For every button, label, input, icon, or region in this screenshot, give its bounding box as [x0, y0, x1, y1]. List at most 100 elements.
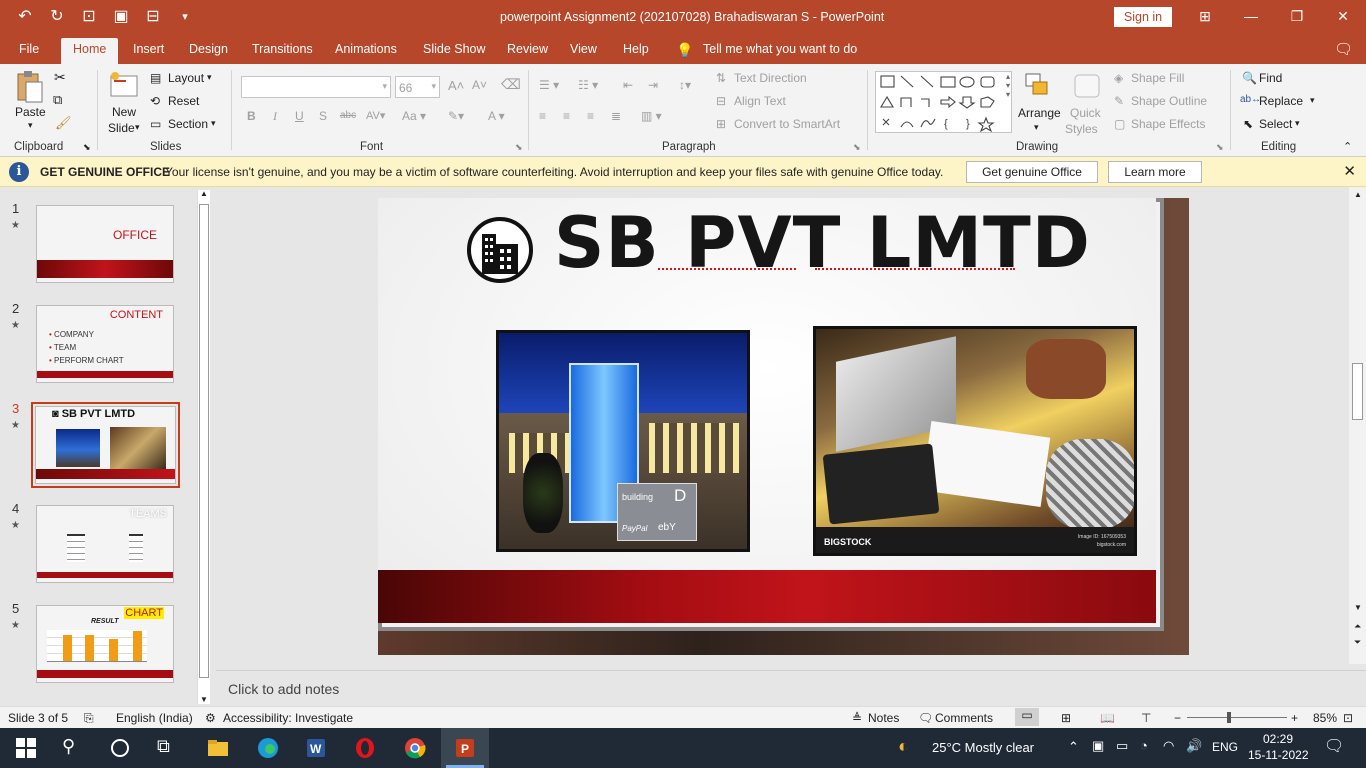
tell-me-search[interactable]: Tell me what you want to do: [703, 42, 857, 56]
clear-formatting-icon[interactable]: ⌫: [501, 76, 521, 93]
notes-pane[interactable]: Click to add notes: [216, 670, 1366, 706]
minimize-icon[interactable]: —: [1228, 0, 1274, 34]
slide-thumbnail-2[interactable]: CONTENT • COMPANY • TEAM • PERFORM CHART: [36, 305, 174, 383]
underline-icon[interactable]: U: [295, 109, 304, 123]
layout-button[interactable]: Layout: [168, 71, 204, 85]
zoom-out-icon[interactable]: −: [1174, 711, 1181, 725]
close-notification-icon[interactable]: ✕: [1343, 162, 1356, 180]
editor-scroll-thumb[interactable]: [1352, 363, 1363, 420]
editor-scrollbar[interactable]: ▲ ▼ ⏶ ⏷: [1349, 187, 1366, 664]
section-button[interactable]: Section: [168, 117, 208, 131]
previous-slide-icon[interactable]: ⏶: [1354, 621, 1361, 632]
select-button[interactable]: Select: [1259, 117, 1292, 131]
paste-icon[interactable]: [14, 70, 46, 103]
notes-placeholder[interactable]: Click to add notes: [228, 681, 339, 697]
new-slide-icon[interactable]: [108, 70, 140, 102]
new-slide-dropdown-icon[interactable]: ▾: [135, 122, 140, 133]
accessibility-icon[interactable]: ⚙: [205, 711, 216, 725]
change-case-icon[interactable]: Aa ▾: [402, 109, 426, 123]
new-slide-label-1[interactable]: New: [112, 105, 136, 119]
decrease-font-icon[interactable]: A˅: [472, 78, 487, 92]
tab-review[interactable]: Review: [507, 42, 548, 56]
opera-icon[interactable]: [353, 736, 377, 760]
align-right-icon[interactable]: ≡: [587, 109, 594, 123]
arrange-dropdown-icon[interactable]: ▾: [1034, 122, 1039, 133]
line-spacing-icon[interactable]: ↕▾: [679, 78, 691, 92]
tab-design[interactable]: Design: [189, 42, 228, 56]
clipboard-launcher-icon[interactable]: ⬊: [83, 142, 91, 153]
powerpoint-icon[interactable]: P: [453, 736, 477, 760]
section-dropdown-icon[interactable]: ▾: [211, 118, 216, 129]
shape-fill-icon[interactable]: ◈: [1114, 71, 1123, 85]
file-explorer-icon[interactable]: [206, 736, 230, 760]
highlight-icon[interactable]: ✎▾: [448, 109, 464, 123]
ribbon-display-options-icon[interactable]: ⊞: [1182, 0, 1228, 34]
convert-smartart-button[interactable]: Convert to SmartArt: [734, 117, 840, 131]
volume-icon[interactable]: 🔊: [1186, 738, 1202, 754]
shape-effects-icon[interactable]: ▢: [1114, 117, 1125, 131]
cortana-icon[interactable]: [108, 736, 132, 760]
notes-toggle[interactable]: Notes: [868, 711, 899, 725]
strikethrough-icon[interactable]: abc: [340, 110, 356, 121]
paragraph-launcher-icon[interactable]: ⬊: [853, 142, 861, 153]
justify-icon[interactable]: ≣: [611, 109, 621, 123]
columns-icon[interactable]: ▥ ▾: [641, 109, 662, 123]
align-center-icon[interactable]: ≡: [563, 109, 570, 123]
paste-label[interactable]: Paste: [15, 105, 46, 119]
replace-button[interactable]: Replace: [1259, 94, 1303, 108]
input-language[interactable]: ENG: [1212, 740, 1238, 754]
undo-icon[interactable]: ↶: [14, 6, 36, 26]
text-direction-icon[interactable]: ⇅: [716, 71, 726, 85]
shapes-gallery[interactable]: {} ▴ ▾ ▾: [875, 71, 1012, 133]
quick-styles-label-1[interactable]: Quick: [1070, 106, 1101, 120]
slide-thumbnail-5[interactable]: CHART RESULT: [36, 605, 174, 683]
replace-icon[interactable]: ab↔: [1240, 94, 1261, 105]
tab-home[interactable]: Home: [61, 38, 119, 64]
quick-styles-icon[interactable]: [1071, 72, 1103, 104]
find-icon[interactable]: 🔍: [1242, 71, 1257, 85]
thumbnail-scroll-thumb[interactable]: [199, 204, 209, 678]
italic-icon[interactable]: I: [273, 109, 277, 124]
cut-icon[interactable]: ✂: [54, 69, 66, 86]
reset-button[interactable]: Reset: [168, 94, 199, 108]
slide-title[interactable]: SB PVT LMTD: [554, 202, 1091, 284]
get-genuine-office-button[interactable]: Get genuine Office: [966, 161, 1098, 183]
bullets-icon[interactable]: ☰ ▾: [539, 78, 559, 92]
scroll-down-icon[interactable]: ▼: [200, 695, 208, 704]
comments-icon[interactable]: 🗨: [1334, 40, 1353, 58]
weather-text[interactable]: 25°C Mostly clear: [932, 740, 1034, 755]
fit-to-window-icon[interactable]: ⊡: [1343, 711, 1353, 725]
slide-thumbnail-4[interactable]: TEAMS: [36, 505, 174, 583]
increase-indent-icon[interactable]: ⇥: [648, 78, 658, 92]
font-launcher-icon[interactable]: ⬊: [515, 142, 523, 153]
smartart-icon[interactable]: ⊞: [716, 117, 726, 131]
windows-start-icon[interactable]: [14, 736, 38, 760]
reset-icon[interactable]: ⟲: [150, 94, 160, 108]
comments-toggle[interactable]: Comments: [935, 711, 993, 725]
find-button[interactable]: Find: [1259, 71, 1282, 85]
meet-now-icon[interactable]: ▣: [1092, 738, 1104, 754]
save-icon[interactable]: ▣: [110, 6, 132, 26]
search-icon[interactable]: ⚲: [62, 736, 86, 760]
tab-transitions[interactable]: Transitions: [252, 42, 313, 56]
network-icon[interactable]: ◔: [1140, 738, 1148, 753]
shape-effects-button[interactable]: Shape Effects: [1131, 117, 1206, 131]
new-slide-label-2[interactable]: Slide: [108, 121, 135, 135]
learn-more-button[interactable]: Learn more: [1108, 161, 1202, 183]
battery-icon[interactable]: ▭: [1116, 738, 1128, 754]
increase-font-icon[interactable]: A˄: [448, 78, 464, 93]
tab-help[interactable]: Help: [623, 42, 649, 56]
shape-outline-button[interactable]: Shape Outline: [1131, 94, 1207, 108]
accessibility-status[interactable]: Accessibility: Investigate: [223, 711, 353, 725]
thumbnail-scrollbar[interactable]: ▲ ▼: [197, 189, 210, 704]
task-view-icon[interactable]: ⧉: [157, 736, 181, 760]
layout-icon[interactable]: ▤: [150, 71, 161, 85]
tab-animations[interactable]: Animations: [335, 42, 397, 56]
clock-time[interactable]: 02:29: [1263, 732, 1293, 746]
spelling-check-icon[interactable]: ⎘: [84, 711, 94, 726]
tab-view[interactable]: View: [570, 42, 597, 56]
drawing-launcher-icon[interactable]: ⬊: [1216, 142, 1224, 153]
start-from-beginning-icon[interactable]: ⊡: [78, 6, 100, 26]
maximize-icon[interactable]: ❐: [1274, 0, 1320, 34]
collapse-ribbon-icon[interactable]: ⌃: [1343, 140, 1352, 153]
